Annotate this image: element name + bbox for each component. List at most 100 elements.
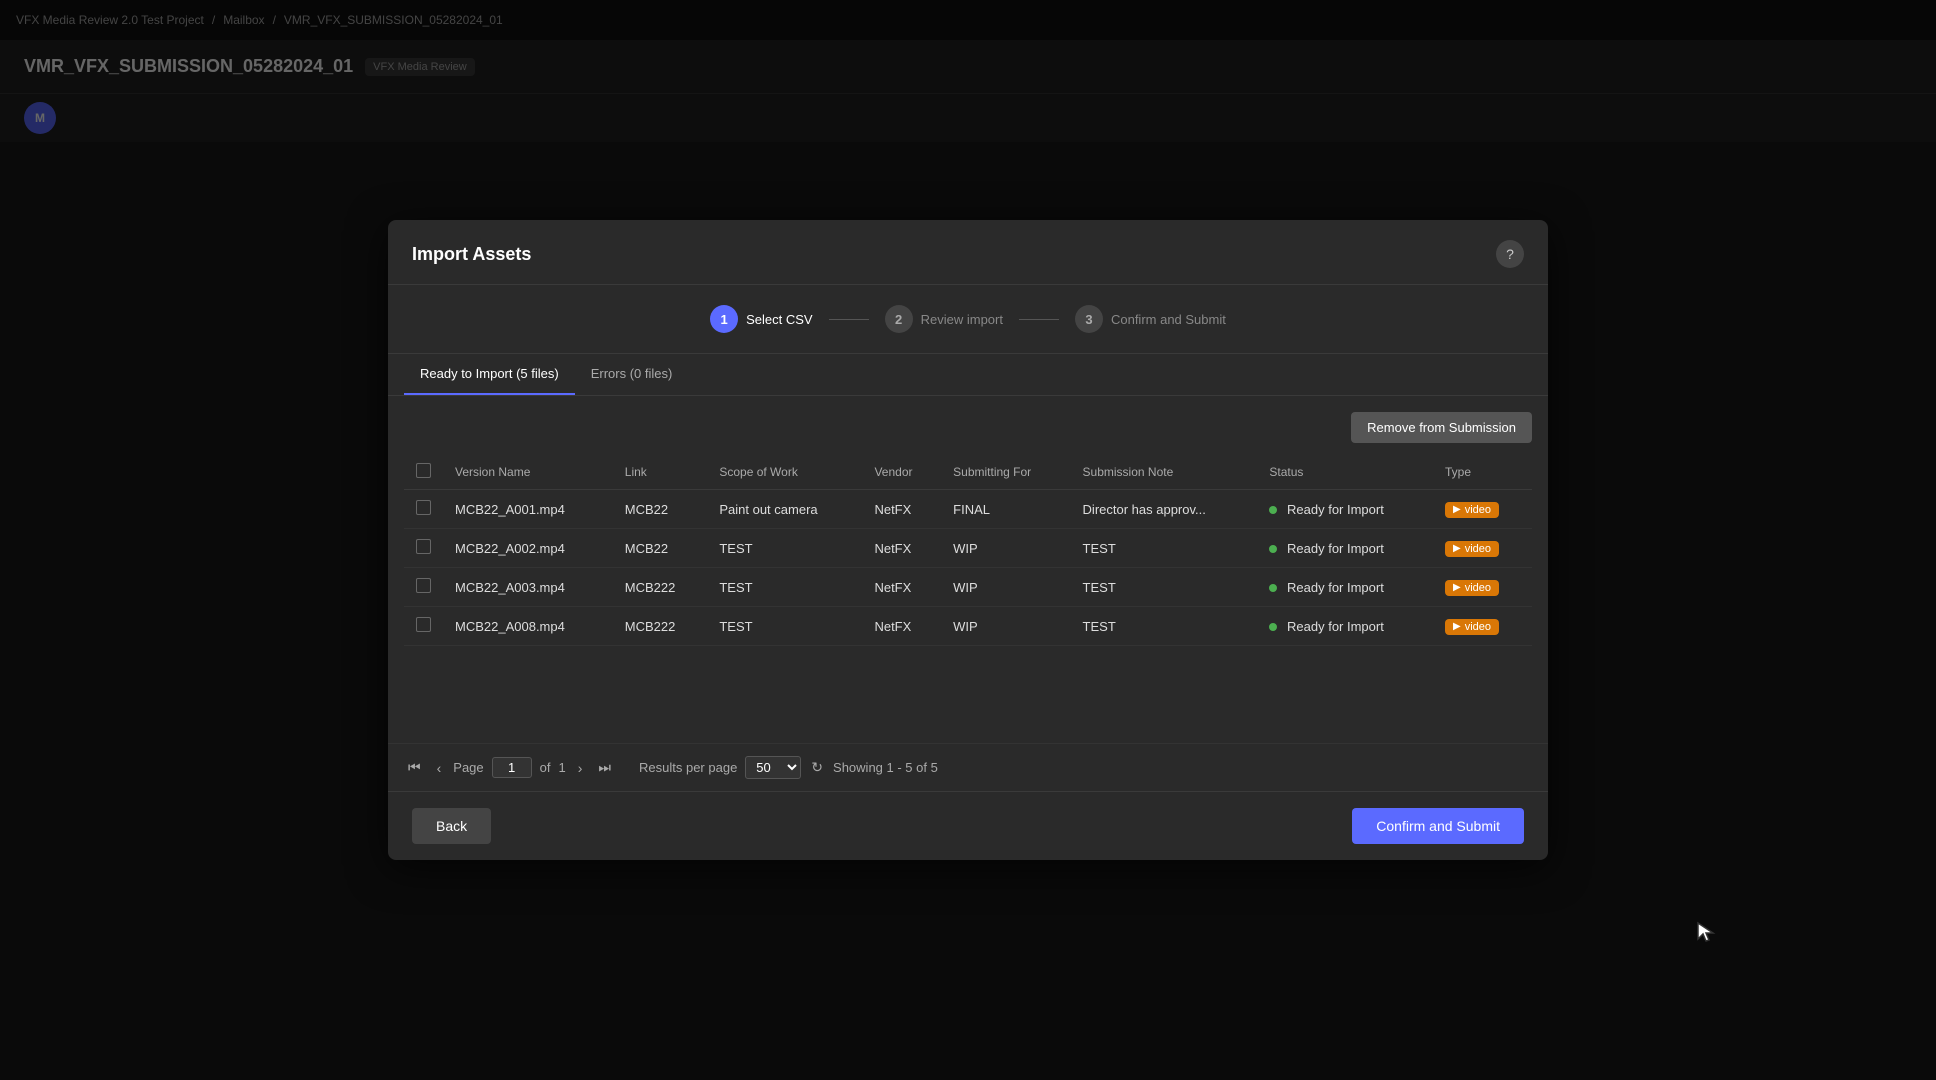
row-version-name: MCB22_A003.mp4 [443,568,613,607]
step-2-num: 2 [885,305,913,333]
prev-page-button[interactable]: ‹ [433,758,446,778]
status-dot [1269,623,1277,631]
step-1-num: 1 [710,305,738,333]
first-page-button[interactable]: ⏮ [404,757,425,778]
status-dot [1269,584,1277,592]
modal-title: Import Assets [412,244,531,265]
row-checkbox-3[interactable] [416,617,431,632]
row-link: MCB222 [613,607,708,646]
row-scope-of-work: TEST [707,607,862,646]
results-per-page-label: Results per page [639,760,737,775]
row-scope-of-work: TEST [707,529,862,568]
th-type: Type [1433,455,1532,490]
status-label: Ready for Import [1287,502,1384,517]
import-assets-modal: Import Assets ? 1 Select CSV 2 Review im… [388,220,1548,860]
row-status: Ready for Import [1257,607,1433,646]
th-checkbox [404,455,443,490]
row-checkbox-cell [404,490,443,529]
video-icon: ▶ [1453,621,1461,632]
step-1-label: Select CSV [746,312,812,327]
row-submitting-for: WIP [941,568,1070,607]
type-badge: ▶ video [1445,541,1499,557]
row-submission-note: TEST [1071,529,1258,568]
row-vendor: NetFX [862,529,941,568]
row-scope-of-work: Paint out camera [707,490,862,529]
showing-text: Showing 1 - 5 of 5 [833,760,938,775]
page-label: Page [453,760,483,775]
page-input[interactable] [492,757,532,778]
pagination-bar: ⏮ ‹ Page of 1 › ⏭ Results per page 50 10… [388,743,1548,791]
row-type: ▶ video [1433,490,1532,529]
row-status: Ready for Import [1257,490,1433,529]
video-icon: ▶ [1453,504,1461,515]
last-page-button[interactable]: ⏭ [594,757,615,778]
table-row: MCB22_A003.mp4 MCB222 TEST NetFX WIP TES… [404,568,1532,607]
select-all-checkbox[interactable] [416,463,431,478]
th-submission-note: Submission Note [1071,455,1258,490]
assets-table: Version Name Link Scope of Work Vendor S… [404,455,1532,646]
row-type: ▶ video [1433,568,1532,607]
steps-bar: 1 Select CSV 2 Review import 3 Confirm a… [388,285,1548,354]
per-page-select[interactable]: 50 10 25 100 [745,756,801,779]
type-badge: ▶ video [1445,619,1499,635]
status-label: Ready for Import [1287,580,1384,595]
status-label: Ready for Import [1287,541,1384,556]
row-vendor: NetFX [862,607,941,646]
row-type: ▶ video [1433,529,1532,568]
next-page-button[interactable]: › [574,758,587,778]
step-3-num: 3 [1075,305,1103,333]
type-badge: ▶ video [1445,580,1499,596]
remove-from-submission-button[interactable]: Remove from Submission [1351,412,1532,443]
modal-header: Import Assets ? [388,220,1548,285]
row-scope-of-work: TEST [707,568,862,607]
row-submitting-for: FINAL [941,490,1070,529]
confirm-submit-button[interactable]: Confirm and Submit [1352,808,1524,844]
row-checkbox-cell [404,607,443,646]
row-version-name: MCB22_A002.mp4 [443,529,613,568]
row-checkbox-0[interactable] [416,500,431,515]
table-row: MCB22_A001.mp4 MCB22 Paint out camera Ne… [404,490,1532,529]
step-3: 3 Confirm and Submit [1075,305,1226,333]
row-submission-note: Director has approv... [1071,490,1258,529]
video-icon: ▶ [1453,582,1461,593]
step-1: 1 Select CSV [710,305,812,333]
row-status: Ready for Import [1257,568,1433,607]
status-dot [1269,545,1277,553]
row-vendor: NetFX [862,568,941,607]
tab-ready[interactable]: Ready to Import (5 files) [404,354,575,395]
step-3-label: Confirm and Submit [1111,312,1226,327]
th-vendor: Vendor [862,455,941,490]
row-checkbox-cell [404,529,443,568]
type-badge: ▶ video [1445,502,1499,518]
row-link: MCB222 [613,568,708,607]
modal-footer: Back Confirm and Submit [388,791,1548,860]
th-status: Status [1257,455,1433,490]
step-2: 2 Review import [885,305,1003,333]
modal-overlay: Import Assets ? 1 Select CSV 2 Review im… [0,0,1936,1080]
modal-help-button[interactable]: ? [1496,240,1524,268]
row-checkbox-1[interactable] [416,539,431,554]
row-version-name: MCB22_A001.mp4 [443,490,613,529]
row-submission-note: TEST [1071,568,1258,607]
total-pages: 1 [559,760,566,775]
refresh-button[interactable]: ↻ [809,757,825,778]
th-submitting-for: Submitting For [941,455,1070,490]
tab-errors[interactable]: Errors (0 files) [575,354,689,395]
row-version-name: MCB22_A008.mp4 [443,607,613,646]
row-link: MCB22 [613,490,708,529]
table-header-row: Version Name Link Scope of Work Vendor S… [404,455,1532,490]
video-icon: ▶ [1453,543,1461,554]
back-button[interactable]: Back [412,808,491,844]
th-version-name: Version Name [443,455,613,490]
step-2-label: Review import [921,312,1003,327]
th-link: Link [613,455,708,490]
row-link: MCB22 [613,529,708,568]
row-type: ▶ video [1433,607,1532,646]
step-sep-1 [829,319,869,320]
status-label: Ready for Import [1287,619,1384,634]
table-row: MCB22_A002.mp4 MCB22 TEST NetFX WIP TEST… [404,529,1532,568]
row-checkbox-2[interactable] [416,578,431,593]
row-status: Ready for Import [1257,529,1433,568]
table-toolbar: Remove from Submission [404,412,1532,443]
row-submission-note: TEST [1071,607,1258,646]
